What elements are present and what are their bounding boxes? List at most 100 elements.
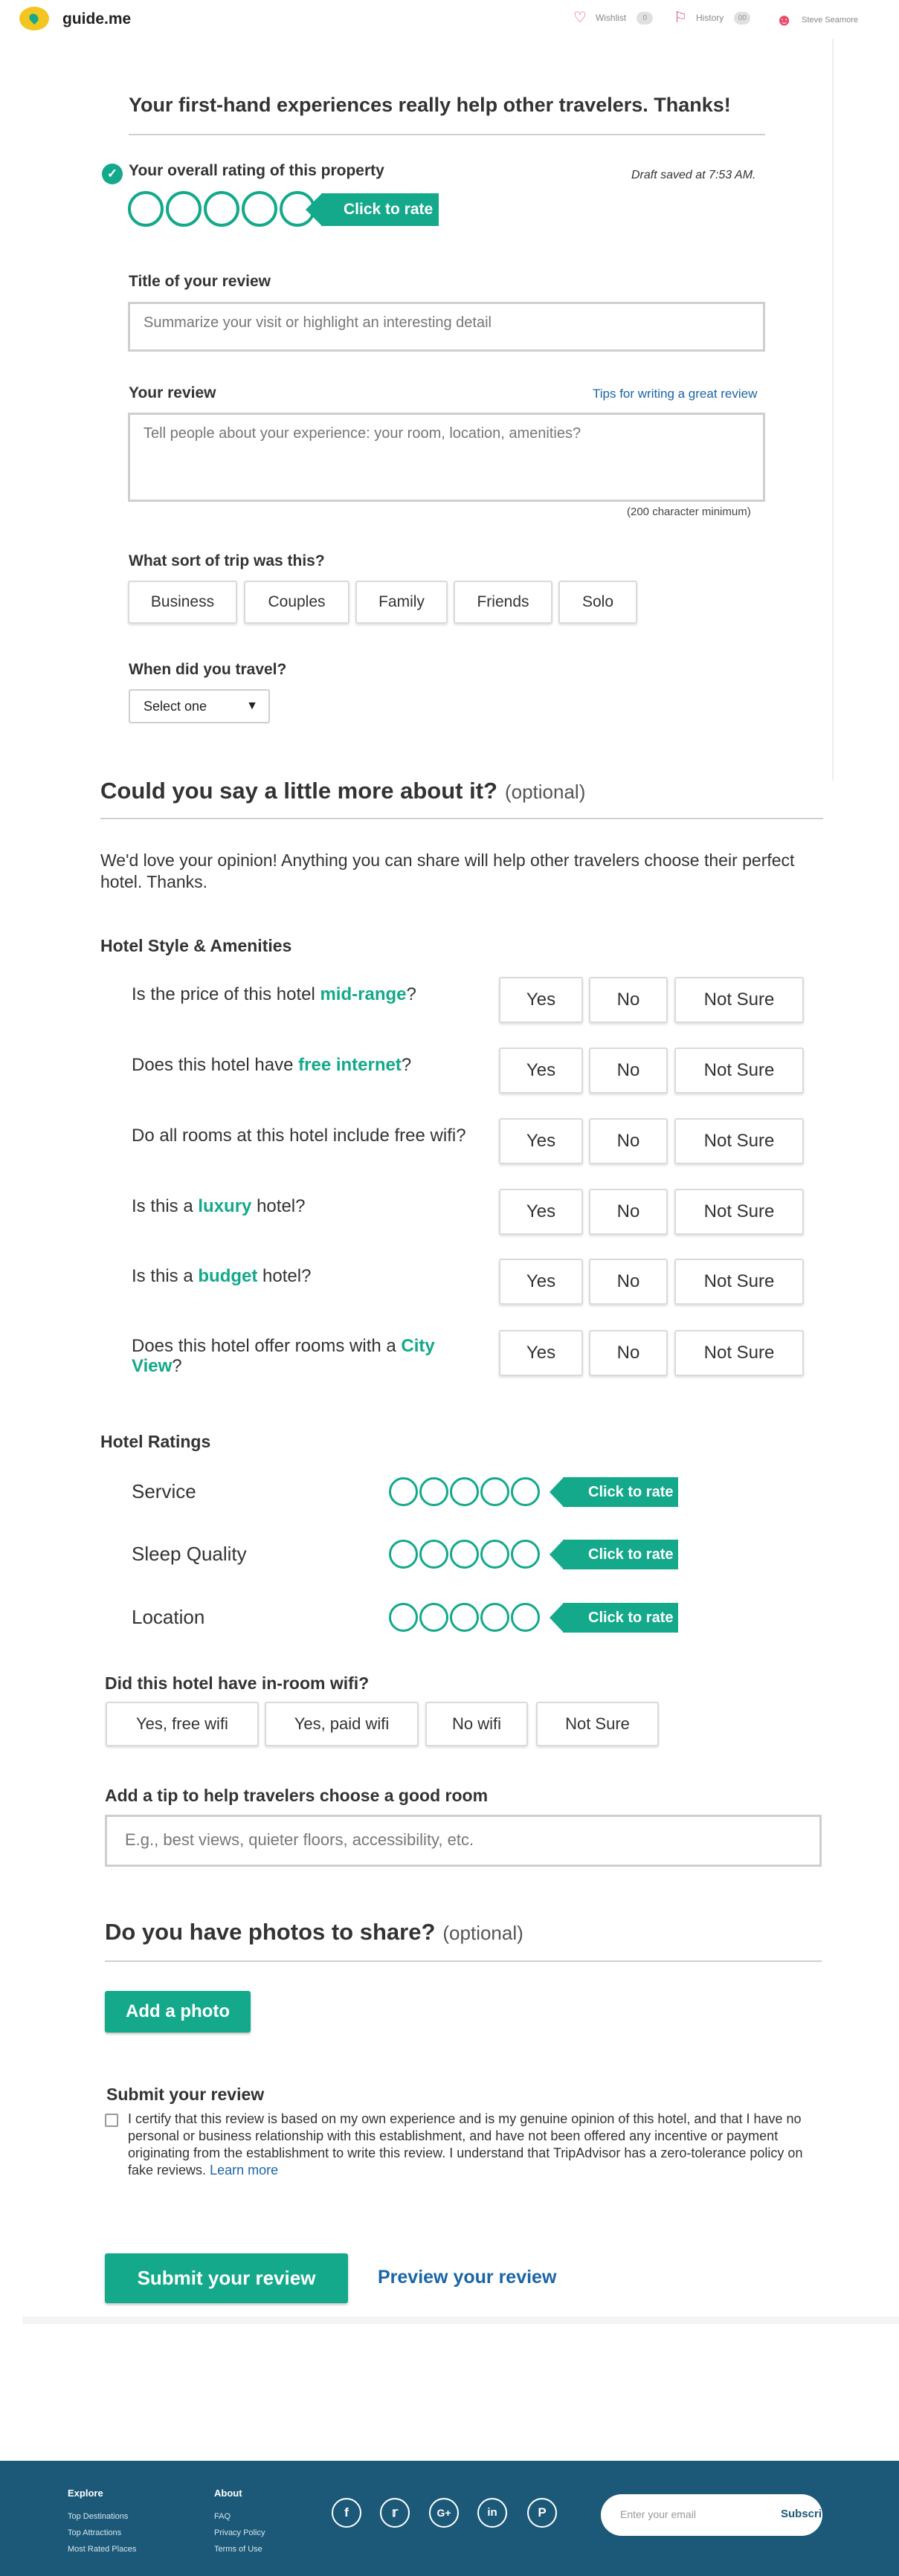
footer-link[interactable]: Most Rated Places: [68, 2545, 136, 2554]
linkedin-icon[interactable]: in: [477, 2498, 507, 2528]
footer-link[interactable]: Top Attractions: [68, 2528, 121, 2537]
answer-not-sure-button[interactable]: Not Sure: [674, 1259, 804, 1305]
pinterest-icon[interactable]: P: [527, 2498, 557, 2528]
answer-no-button[interactable]: No: [589, 977, 668, 1023]
rating-bubble[interactable]: [389, 1603, 418, 1632]
logo-icon[interactable]: [19, 7, 49, 30]
rating-bubble[interactable]: [419, 1540, 448, 1569]
wifi-none-button[interactable]: No wifi: [425, 1702, 528, 1746]
more-heading-text: Could you say a little more about it?: [100, 778, 497, 804]
answer-yes-button[interactable]: Yes: [499, 977, 583, 1023]
photos-heading: Do you have photos to share? (optional): [105, 1919, 523, 1946]
rating-bubble[interactable]: [242, 191, 277, 227]
trip-friends-button[interactable]: Friends: [454, 581, 552, 624]
certify-checkbox[interactable]: [105, 2114, 118, 2127]
rating-bubble[interactable]: [480, 1477, 509, 1506]
rating-bubble[interactable]: [480, 1603, 509, 1632]
overall-rating-bubbles[interactable]: [128, 191, 315, 227]
footer-link[interactable]: Top Destinations: [68, 2512, 128, 2521]
answer-not-sure-button[interactable]: Not Sure: [674, 977, 804, 1023]
answer-yes-button[interactable]: Yes: [499, 1118, 583, 1164]
click-to-rate-tag[interactable]: Click to rate: [306, 193, 439, 226]
answer-no-button[interactable]: No: [589, 1118, 668, 1164]
rating-bubble[interactable]: [419, 1477, 448, 1506]
heading-divider: [129, 134, 765, 135]
style-amenities-heading: Hotel Style & Amenities: [100, 936, 292, 955]
learn-more-link[interactable]: Learn more: [210, 2163, 278, 2178]
subscribe-button[interactable]: Subscribe: [781, 2508, 835, 2520]
user-name: Steve Seamore: [802, 16, 858, 25]
click-to-rate-tag[interactable]: Click to rate: [550, 1477, 678, 1507]
answer-yes-button[interactable]: Yes: [499, 1259, 583, 1305]
trip-couples-button[interactable]: Couples: [244, 581, 349, 624]
click-to-rate-tag[interactable]: Click to rate: [550, 1603, 678, 1633]
footer-link[interactable]: Terms of Use: [214, 2545, 262, 2554]
rating-label-sleep-quality: Sleep Quality: [132, 1543, 247, 1565]
review-title-input[interactable]: Summarize your visit or highlight an int…: [128, 302, 765, 352]
wifi-paid-button[interactable]: Yes, paid wifi: [265, 1702, 419, 1746]
question-budget: Is this a budget hotel?: [132, 1266, 312, 1286]
brand-name[interactable]: guide.me: [62, 10, 131, 28]
answer-not-sure-button[interactable]: Not Sure: [674, 1047, 804, 1094]
page-edge-divider: [832, 39, 834, 781]
tips-link[interactable]: Tips for writing a great review: [593, 387, 757, 401]
submit-review-button[interactable]: Submit your review: [105, 2253, 348, 2303]
trip-solo-button[interactable]: Solo: [558, 581, 637, 624]
travel-date-select[interactable]: Select one ▼: [129, 689, 270, 723]
answer-no-button[interactable]: No: [589, 1189, 668, 1235]
newsletter-email-input[interactable]: Enter your email Subscribe: [601, 2494, 835, 2536]
answer-not-sure-button[interactable]: Not Sure: [674, 1330, 804, 1376]
wishlist-count-badge: 0: [637, 11, 654, 25]
photos-optional-note: (optional): [442, 1922, 523, 1944]
rating-bubble[interactable]: [204, 191, 239, 227]
checkmark-icon: ✓: [102, 164, 123, 184]
answer-yes-button[interactable]: Yes: [499, 1047, 583, 1094]
user-menu[interactable]: ☻ Steve Seamore: [776, 10, 858, 30]
hotel-ratings-heading: Hotel Ratings: [100, 1432, 211, 1451]
wishlist-link[interactable]: ♡ Wishlist 0: [573, 10, 654, 25]
facebook-icon[interactable]: f: [332, 2498, 361, 2528]
answer-yes-button[interactable]: Yes: [499, 1330, 583, 1376]
trip-business-button[interactable]: Business: [128, 581, 237, 624]
history-link[interactable]: ⚐ History 00: [674, 10, 751, 26]
flag-icon: ⚐: [674, 10, 687, 26]
answer-no-button[interactable]: No: [589, 1259, 668, 1305]
draft-saved-status: Draft saved at 7:53 AM.: [631, 169, 756, 181]
sleep-quality-rating-bubbles[interactable]: [389, 1540, 540, 1569]
rating-bubble[interactable]: [511, 1477, 540, 1506]
click-to-rate-tag[interactable]: Click to rate: [550, 1540, 678, 1569]
answer-yes-button[interactable]: Yes: [499, 1189, 583, 1235]
history-count-badge: 00: [734, 11, 751, 25]
trip-family-button[interactable]: Family: [355, 581, 448, 624]
rating-bubble[interactable]: [511, 1603, 540, 1632]
wifi-free-button[interactable]: Yes, free wifi: [106, 1702, 259, 1746]
rating-bubble[interactable]: [450, 1540, 479, 1569]
footer-link[interactable]: Privacy Policy: [214, 2528, 265, 2537]
google-plus-icon[interactable]: G+: [429, 2498, 459, 2528]
review-body-textarea[interactable]: Tell people about your experience: your …: [128, 413, 765, 502]
add-photo-button[interactable]: Add a photo: [105, 1991, 251, 2033]
footer-link[interactable]: FAQ: [214, 2512, 231, 2521]
rating-bubble[interactable]: [389, 1477, 418, 1506]
rating-bubble[interactable]: [389, 1540, 418, 1569]
wifi-not-sure-button[interactable]: Not Sure: [536, 1702, 659, 1746]
preview-review-link[interactable]: Preview your review: [378, 2267, 556, 2288]
room-tip-input[interactable]: E.g., best views, quieter floors, access…: [105, 1815, 822, 1867]
answer-no-button[interactable]: No: [589, 1330, 668, 1376]
rating-bubble[interactable]: [128, 191, 164, 227]
rating-bubble[interactable]: [480, 1540, 509, 1569]
more-intro-text: We'd love your opinion! Anything you can…: [100, 850, 795, 891]
rating-bubble[interactable]: [450, 1477, 479, 1506]
rating-bubble[interactable]: [419, 1603, 448, 1632]
twitter-icon[interactable]: 𝕣: [380, 2498, 410, 2528]
rating-bubble[interactable]: [166, 191, 202, 227]
rating-bubble[interactable]: [511, 1540, 540, 1569]
answer-not-sure-button[interactable]: Not Sure: [674, 1189, 804, 1235]
answer-no-button[interactable]: No: [589, 1047, 668, 1094]
photos-heading-text: Do you have photos to share?: [105, 1919, 436, 1945]
rating-bubble[interactable]: [450, 1603, 479, 1632]
user-icon: ☻: [776, 10, 793, 29]
location-rating-bubbles[interactable]: [389, 1603, 540, 1632]
answer-not-sure-button[interactable]: Not Sure: [674, 1118, 804, 1164]
service-rating-bubbles[interactable]: [389, 1477, 540, 1506]
